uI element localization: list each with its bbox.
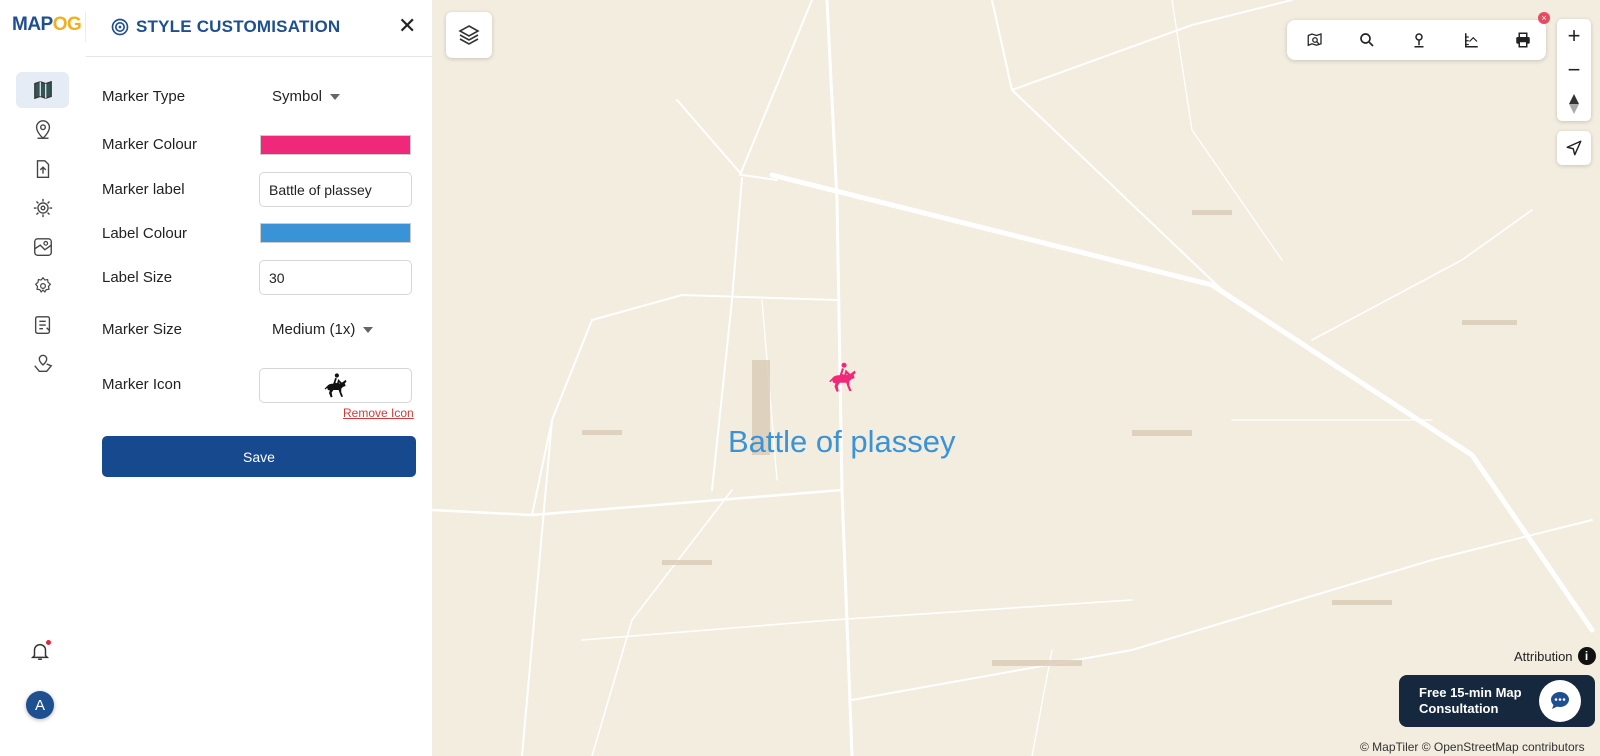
caret-down-icon	[330, 93, 341, 100]
panel-header: STYLE CUSTOMISATION ✕	[86, 0, 432, 57]
rail-map-edit-icon[interactable]	[16, 229, 69, 265]
attribution-toggle[interactable]: Attribution i	[1514, 647, 1596, 665]
compass-button[interactable]	[1557, 87, 1591, 121]
rail-map-icon[interactable]	[16, 72, 69, 108]
map-edit-icon	[33, 238, 52, 256]
marker-type-label: Marker Type	[102, 88, 186, 105]
map-credits: © MapTiler © OpenStreetMap contributors	[1360, 740, 1585, 754]
zoom-out-button[interactable]: −	[1557, 53, 1591, 87]
gear-cog-icon	[33, 198, 52, 218]
save-button[interactable]: Save	[102, 436, 416, 477]
zoom-control: + −	[1557, 19, 1591, 121]
mapog-logo[interactable]: MAPOG	[12, 14, 82, 36]
map-canvas[interactable]	[432, 0, 1600, 756]
map-marker-label: Battle of plassey	[728, 424, 956, 459]
zoom-in-button[interactable]: +	[1557, 19, 1591, 53]
map-marker-horse-rider-icon[interactable]	[826, 360, 860, 396]
label-colour-label: Label Colour	[102, 225, 188, 242]
style-customisation-panel: STYLE CUSTOMISATION ✕ Marker Type Symbol…	[86, 0, 433, 756]
geolocate-button[interactable]	[1557, 131, 1591, 165]
close-panel-button[interactable]: ✕	[398, 15, 416, 37]
map-pin-hand-icon	[33, 354, 52, 373]
layers-icon	[458, 25, 480, 45]
notification-dot	[46, 640, 51, 645]
rail-map-pin-hand-icon[interactable]	[16, 346, 69, 382]
upload-file-icon	[36, 160, 49, 178]
toolbar-close-badge[interactable]: ×	[1538, 12, 1550, 24]
print-icon	[1516, 32, 1530, 48]
marker-type-dropdown[interactable]: Symbol	[272, 88, 341, 105]
rail-location-pin-icon[interactable]	[16, 112, 69, 148]
horse-rider-icon	[324, 372, 346, 397]
chat-bubble-icon	[1551, 692, 1569, 709]
label-size-label: Label Size	[102, 269, 173, 286]
marker-colour-label: Marker Colour	[102, 136, 198, 153]
road-network	[432, 0, 1595, 756]
geolocate-control	[1557, 131, 1591, 165]
chat-button[interactable]	[1539, 680, 1581, 722]
marker-label-label: Marker label	[102, 181, 185, 198]
left-rail: MAPOG A	[0, 0, 87, 756]
label-size-input[interactable]	[259, 260, 412, 295]
rail-upload-file-icon[interactable]	[16, 151, 69, 187]
navigation-arrow-icon	[1566, 140, 1582, 156]
measure-button[interactable]	[1461, 30, 1481, 50]
map-search-icon	[1307, 33, 1322, 47]
pin-button[interactable]	[1409, 30, 1429, 50]
report-list-icon	[34, 316, 50, 334]
search-button[interactable]	[1357, 30, 1377, 50]
rail-gear-cog-icon[interactable]	[16, 190, 69, 226]
style-target-icon	[111, 18, 129, 36]
marker-size-label: Marker Size	[102, 321, 183, 338]
panel-title: STYLE CUSTOMISATION	[136, 17, 341, 36]
layers-button[interactable]	[446, 12, 492, 58]
user-avatar[interactable]: A	[26, 691, 54, 719]
search-icon	[1360, 33, 1374, 47]
remove-icon-link[interactable]: Remove Icon	[343, 406, 414, 420]
compass-icon	[1569, 94, 1579, 114]
marker-type-value: Symbol	[272, 88, 323, 105]
consultation-text: Free 15-min Map Consultation	[1419, 685, 1522, 716]
marker-size-dropdown[interactable]: Medium (1x)	[272, 321, 374, 338]
marker-colour-swatch[interactable]	[260, 135, 411, 155]
pin-icon	[1414, 33, 1424, 48]
caret-down-icon	[363, 326, 374, 333]
measure-icon	[1465, 33, 1478, 48]
marker-size-value: Medium (1x)	[272, 321, 356, 338]
map-toolbar	[1287, 20, 1546, 60]
location-pin-icon	[35, 120, 50, 140]
attribution-label: Attribution	[1514, 648, 1573, 664]
map-search-button[interactable]	[1305, 30, 1325, 50]
consultation-widget[interactable]: Free 15-min Map Consultation	[1399, 675, 1595, 727]
info-icon: i	[1577, 647, 1596, 665]
label-colour-swatch[interactable]	[260, 223, 411, 243]
rail-report-list-icon[interactable]	[16, 307, 69, 343]
settings-eye-icon	[34, 276, 51, 293]
print-button[interactable]	[1513, 30, 1533, 50]
marker-icon-picker[interactable]	[259, 368, 412, 403]
marker-label-input[interactable]	[259, 172, 412, 207]
rail-settings-eye-icon[interactable]	[16, 268, 69, 304]
marker-icon-label: Marker Icon	[102, 376, 182, 393]
map-icon	[33, 80, 52, 100]
